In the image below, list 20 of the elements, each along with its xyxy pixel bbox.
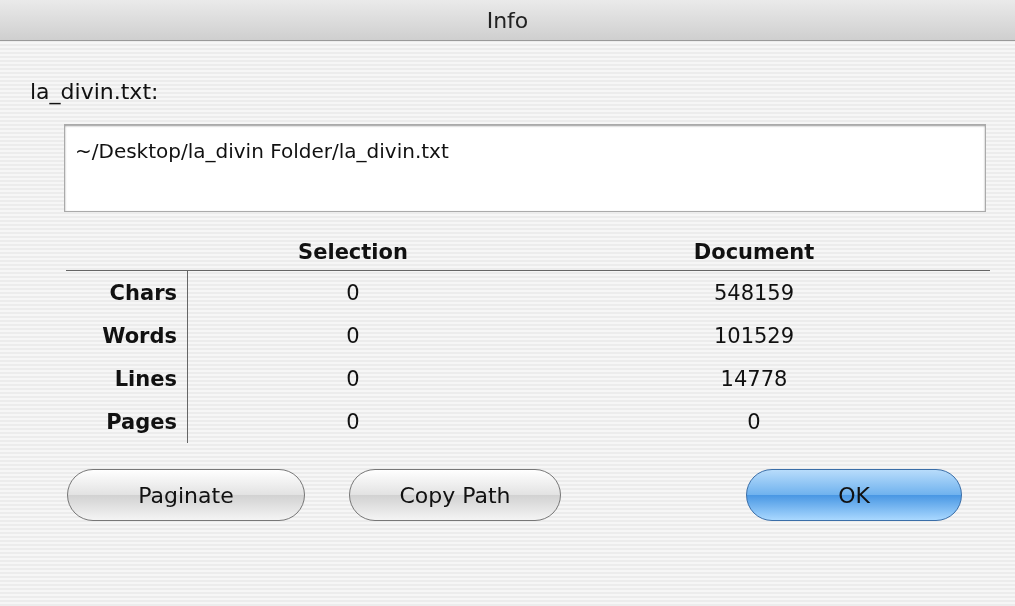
dialog-button[interactable]: OK [746,469,962,521]
table-cell: 0 [346,323,360,348]
row-label: Pages [106,409,177,434]
row-label: Words [102,323,177,348]
column-header: Selection [298,240,408,264]
table-cell: 0 [346,366,360,391]
window-title: Info [486,7,529,33]
table-cell: 0 [747,409,761,434]
table-cell: 101529 [713,323,795,348]
dialog-button[interactable]: Paginate [67,469,305,521]
table-cell: 548159 [713,280,795,305]
file-name-label: la_divin.txt: [30,79,160,104]
table-cell: 0 [346,280,360,305]
dialog-button[interactable]: Copy Path [349,469,561,521]
path-field[interactable]: ~/Desktop/la_divin Folder/la_divin.txt [64,124,986,212]
row-label: Chars [109,280,177,305]
row-label: Lines [114,366,177,391]
table-cell: 14778 [720,366,788,391]
column-header: Document [693,240,815,264]
table-cell: 0 [346,409,360,434]
